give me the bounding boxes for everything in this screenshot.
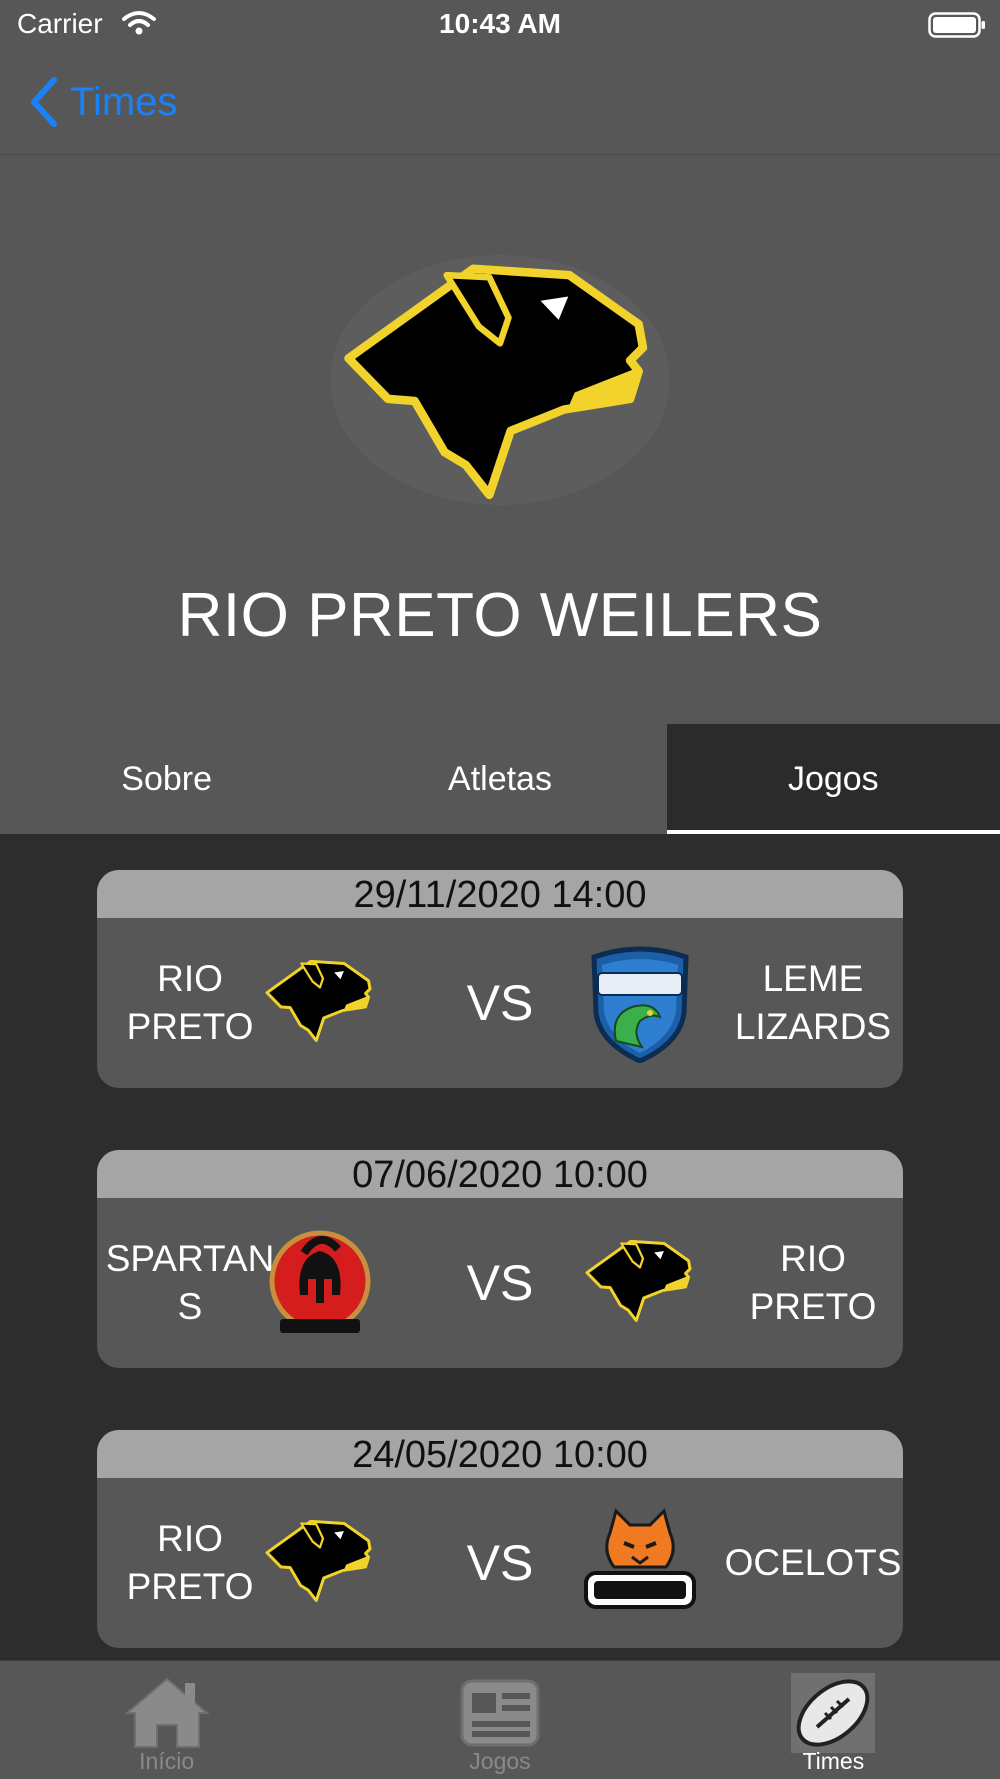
game-card[interactable]: 29/11/2020 14:00 RIO PRETO VS LEME LIZAR… [97, 870, 903, 1088]
rottweiler-logo-icon [265, 1519, 372, 1603]
game-datetime: 24/05/2020 10:00 [97, 1430, 903, 1478]
bottom-tab-bar: Início Jogos Times [0, 1660, 1000, 1779]
tab-sobre[interactable]: Sobre [0, 724, 333, 834]
home-team-name: RIO PRETO [126, 958, 254, 1047]
away-team-name: RIO PRETO [749, 1238, 877, 1327]
vs-label: VS [466, 1255, 534, 1311]
vs-label: VS [466, 1535, 534, 1591]
rottweiler-logo-icon [265, 959, 372, 1043]
chevron-left-icon [31, 77, 57, 127]
home-team-name: SPARTAN S [105, 1238, 275, 1327]
tab-jogos[interactable]: Jogos [666, 724, 1000, 834]
tab-bar-label: Início [139, 1748, 195, 1774]
lizards-logo-icon [591, 946, 689, 1063]
away-team-name: LEME LIZARDS [734, 958, 892, 1047]
game-card[interactable]: 07/06/2020 10:00 SPARTAN S VS RIO PRETO [97, 1150, 903, 1368]
game-card[interactable]: 24/05/2020 10:00 RIO PRETO VS OCELOTS [97, 1430, 903, 1648]
back-label: Times [70, 79, 178, 124]
game-datetime: 29/11/2020 14:00 [97, 870, 903, 918]
back-button[interactable]: Times [28, 72, 177, 132]
tab-bar-label: Times [802, 1748, 865, 1774]
tab-bar-item-inicio[interactable]: Início [0, 1661, 333, 1779]
home-team-name: RIO PRETO [126, 1518, 254, 1607]
team-name: RIO PRETO WEILERS [177, 581, 823, 650]
ocelots-logo-icon [584, 1508, 696, 1609]
newspaper-icon [460, 1679, 540, 1747]
tab-bar-item-jogos[interactable]: Jogos [333, 1661, 666, 1779]
vs-label: VS [466, 975, 534, 1031]
game-datetime: 07/06/2020 10:00 [97, 1150, 903, 1198]
tab-bar-item-times[interactable]: Times [667, 1661, 1000, 1779]
tab-atletas[interactable]: Atletas [333, 724, 666, 834]
away-team-name: OCELOTS [724, 1542, 902, 1583]
segment-tabs: Sobre Atletas Jogos [0, 724, 1000, 834]
rottweiler-logo-icon [585, 1239, 692, 1323]
navigation-bar: Times [0, 52, 1000, 155]
home-icon [123, 1677, 210, 1748]
status-time: 10:43 AM [439, 8, 561, 39]
football-icon [791, 1673, 876, 1753]
status-bar: Carrier 10:43 AM [0, 0, 1000, 52]
battery-icon [928, 12, 985, 38]
tab-bar-label: Jogos [469, 1748, 531, 1774]
team-logo [330, 255, 670, 505]
spartans-logo-icon [269, 1230, 371, 1333]
